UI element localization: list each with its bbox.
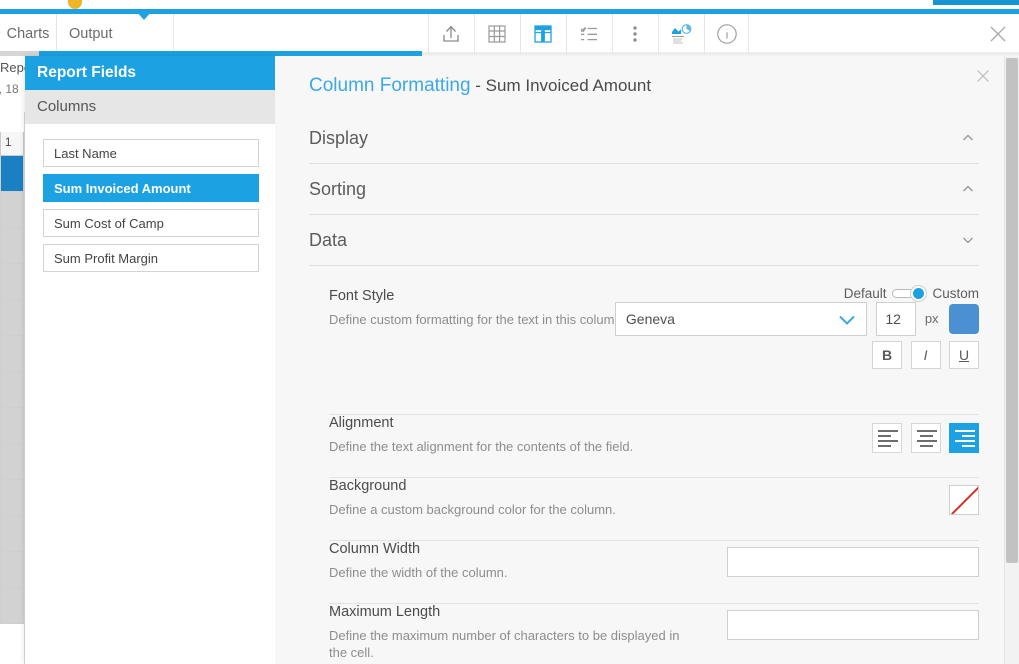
- row-column-width: Column Width Define the width of the col…: [329, 541, 979, 604]
- toggle-custom-label: Custom: [932, 286, 979, 301]
- modal-title-subject: Sum Invoiced Amount: [485, 76, 652, 95]
- window-close-button[interactable]: [983, 19, 1013, 49]
- top-strip: [0, 0, 1019, 9]
- row-maximum-length: Maximum Length Define the maximum number…: [329, 604, 979, 664]
- tab-output[interactable]: Output: [57, 14, 174, 54]
- font-family-select[interactable]: Geneva: [614, 302, 867, 336]
- align-left-button[interactable]: [872, 423, 903, 453]
- modal-title: Column Formatting - Sum Invoiced Amount: [309, 75, 651, 97]
- report-fields-panel: Report Fields Columns Last Name Sum Invo…: [25, 56, 275, 664]
- field-item-sum-cost-of-camp[interactable]: Sum Cost of Camp: [43, 209, 259, 237]
- background-report-row: [0, 588, 24, 624]
- column-format-icon[interactable]: [520, 14, 565, 54]
- column-width-input[interactable]: [727, 547, 979, 577]
- section-display[interactable]: Display: [309, 113, 979, 164]
- alignment-description: Define the text alignment for the conten…: [329, 439, 634, 454]
- chevron-up-icon: [963, 185, 973, 192]
- top-right-accent: [933, 0, 1019, 5]
- background-report-row: [0, 192, 24, 228]
- row-alignment: Alignment Define the text alignment for …: [329, 415, 979, 478]
- background-title: Background: [329, 478, 407, 494]
- background-report-row: [0, 336, 24, 372]
- font-style-buttons: B I U: [615, 341, 979, 369]
- section-data-label: Data: [309, 229, 348, 250]
- list-icon[interactable]: [566, 14, 611, 54]
- active-tab-pointer-icon: [136, 11, 152, 20]
- section-sorting[interactable]: Sorting: [309, 164, 979, 215]
- tab-charts[interactable]: Charts: [0, 14, 57, 54]
- background-report-row: [0, 372, 24, 408]
- font-size-input[interactable]: 12: [876, 302, 917, 336]
- align-right-button[interactable]: [949, 423, 979, 453]
- field-item-sum-invoiced-amount[interactable]: Sum Invoiced Amount: [43, 174, 259, 202]
- report-fields-subheader: Columns: [25, 90, 275, 124]
- font-size-unit-label: px: [924, 311, 939, 326]
- modal-close-button[interactable]: [972, 65, 994, 87]
- app-root: Charts Output Repo 18 1 Report Fields Co…: [0, 0, 1019, 664]
- background-report-row: [0, 516, 24, 552]
- chevron-up-icon: [963, 134, 973, 141]
- background-report-header-cell: 1: [0, 132, 24, 156]
- background-description: Define a custom background color for the…: [329, 502, 616, 517]
- toggle-knob: [911, 286, 927, 301]
- align-center-button[interactable]: [910, 423, 941, 453]
- background-report-row: [0, 408, 24, 444]
- bold-button[interactable]: B: [872, 341, 903, 369]
- font-color-swatch[interactable]: [949, 304, 979, 334]
- chevron-down-icon: [839, 315, 855, 325]
- italic-button[interactable]: I: [910, 341, 941, 369]
- background-report-row: [0, 228, 24, 264]
- section-data[interactable]: Data: [309, 215, 979, 266]
- field-item-sum-profit-margin[interactable]: Sum Profit Margin: [43, 244, 259, 272]
- tab-output-label: Output: [69, 26, 113, 42]
- section-sorting-label: Sorting: [309, 178, 367, 199]
- background-report-grid: 1: [0, 132, 24, 624]
- background-report-row: [0, 264, 24, 300]
- column-formatting-modal: Column Formatting - Sum Invoiced Amount …: [275, 56, 1019, 664]
- alignment-buttons: [868, 423, 979, 453]
- modal-scrollbar-thumb[interactable]: [1006, 58, 1018, 563]
- section-display-label: Display: [309, 127, 369, 148]
- maximum-length-input[interactable]: [727, 610, 979, 640]
- background-report-subtitle: n, 18: [0, 82, 19, 96]
- font-style-mode-toggle-group: Default Custom: [844, 286, 979, 301]
- more-options-icon[interactable]: [612, 14, 657, 54]
- background-report-row: [0, 444, 24, 480]
- background-report-row: [0, 552, 24, 588]
- row-font-style: Font Style Define custom formatting for …: [329, 286, 979, 415]
- font-family-value: Geneva: [625, 311, 675, 327]
- no-color-slash-icon: [951, 486, 978, 514]
- background-report-row: [0, 300, 24, 336]
- column-width-description: Define the width of the column.: [329, 565, 508, 580]
- font-style-mode-toggle[interactable]: [892, 286, 927, 301]
- maximum-length-description: Define the maximum number of characters …: [329, 628, 680, 660]
- toggle-default-label: Default: [843, 286, 887, 301]
- chevron-down-icon: [963, 237, 973, 244]
- table-icon[interactable]: [474, 14, 519, 54]
- info-icon[interactable]: [704, 14, 749, 54]
- field-item-last-name[interactable]: Last Name: [43, 139, 259, 167]
- underline-button[interactable]: U: [949, 341, 979, 369]
- report-fields-list: Last Name Sum Invoiced Amount Sum Cost o…: [25, 124, 275, 272]
- modal-title-accent: Column Formatting: [309, 75, 471, 96]
- chart-icon[interactable]: [658, 14, 703, 54]
- export-icon[interactable]: [428, 14, 473, 54]
- report-fields-header: Report Fields: [25, 56, 275, 90]
- modal-title-separator: -: [470, 76, 486, 95]
- font-controls: Geneva 12 px B I U: [614, 302, 979, 369]
- background-report-row: [0, 480, 24, 516]
- background-color-swatch[interactable]: [949, 485, 979, 515]
- row-background: Background Define a custom background co…: [329, 478, 979, 541]
- background-report-row-selected: [0, 156, 24, 192]
- tab-charts-label: Charts: [6, 26, 50, 42]
